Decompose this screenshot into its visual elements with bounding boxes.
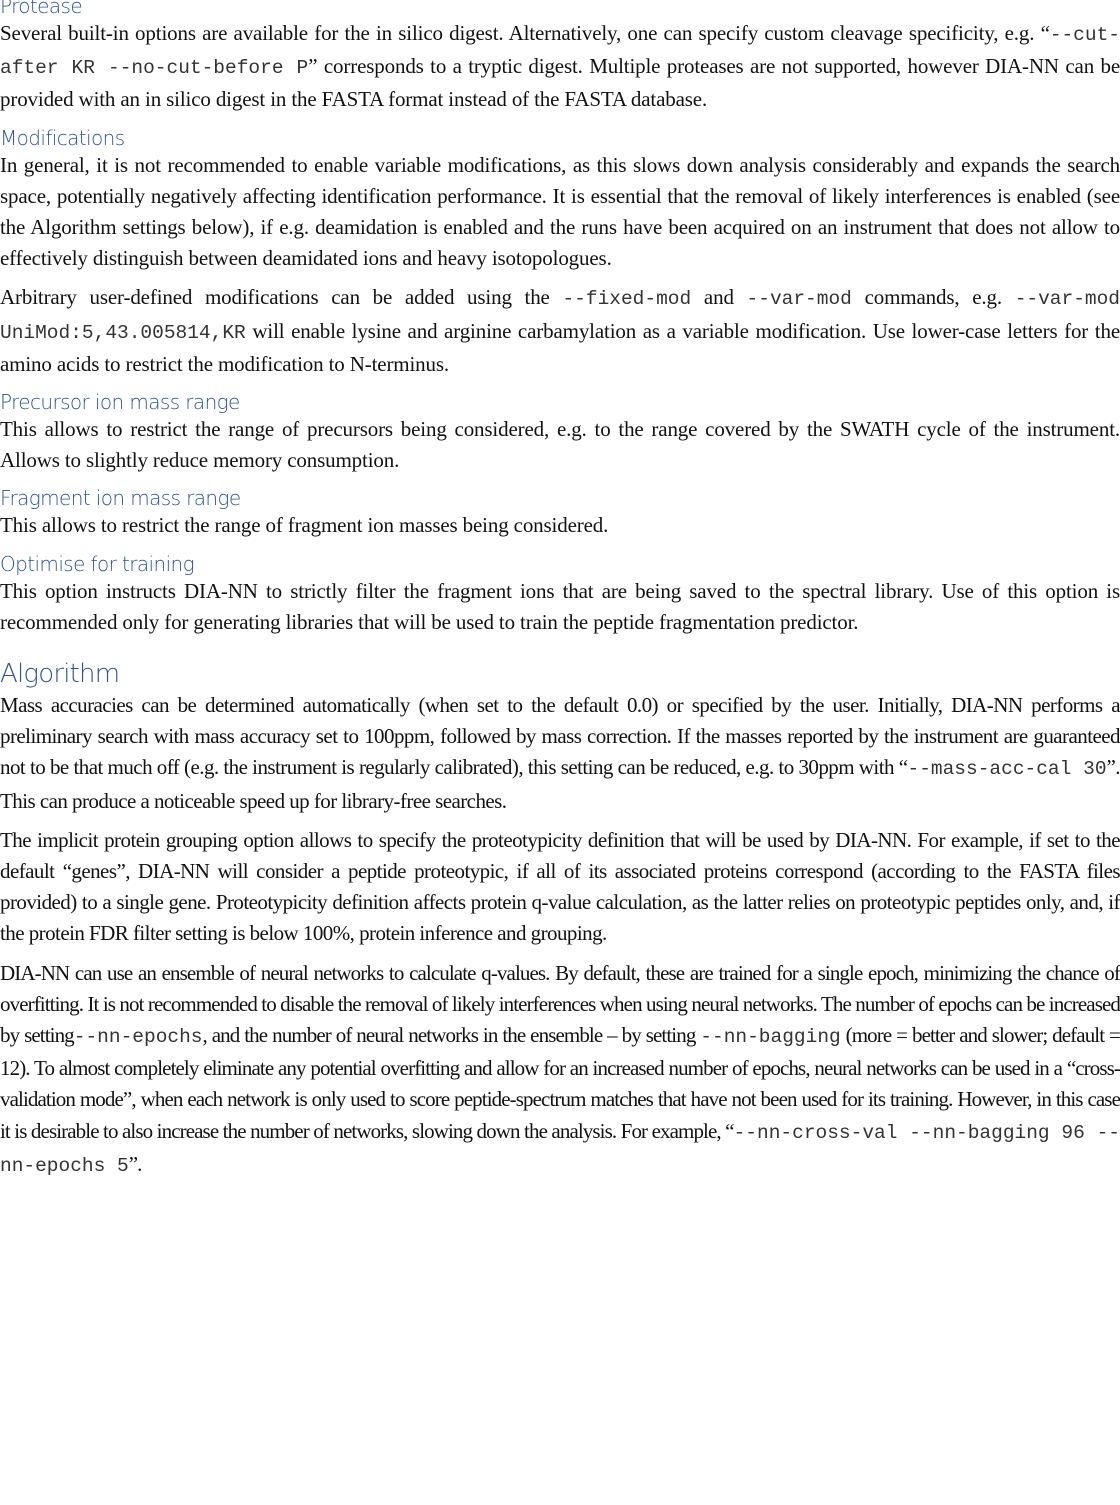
- section-algorithm: Algorithm Mass accuracies can be determi…: [0, 658, 1120, 1182]
- fragment-paragraph: This allows to restrict the range of fra…: [0, 513, 609, 538]
- protease-paragraph: Several built-in options are available f…: [0, 18, 1120, 116]
- code-fixed-mod: --fixed-mod: [562, 288, 692, 311]
- modifications-paragraph-2: Arbitrary user-defined modifications can…: [0, 282, 1120, 380]
- section-modifications: Modifications In general, it is not reco…: [0, 126, 1120, 380]
- algorithm-paragraph-2: The implicit protein grouping option all…: [0, 827, 1120, 946]
- code-var-mod: --var-mod: [746, 288, 852, 311]
- modifications-paragraph-1: In general, it is not recommended to ena…: [0, 152, 1120, 271]
- code-mass-acc-cal: --mass-acc-cal 30: [907, 758, 1107, 781]
- section-optimise-training: Optimise for training This option instru…: [0, 552, 1120, 638]
- optimise-paragraph: This option instructs DIA-NN to strictly…: [0, 578, 1120, 634]
- code-nn-epochs: --nn-epochs: [73, 1026, 203, 1049]
- heading-fragment-range: Fragment ion mass range: [0, 486, 241, 511]
- heading-modifications: Modifications: [0, 125, 125, 150]
- heading-precursor-range: Precursor ion mass range: [0, 390, 240, 415]
- section-fragment-range: Fragment ion mass range This allows to r…: [0, 486, 1120, 541]
- algorithm-paragraph-1: Mass accuracies can be determined automa…: [0, 690, 1120, 817]
- text-run: ”.: [128, 1151, 143, 1176]
- text-run: Several built-in options are available f…: [0, 21, 1050, 45]
- heading-algorithm: Algorithm: [0, 659, 120, 690]
- text-run: , and the number of neural networks in t…: [202, 1023, 701, 1048]
- heading-optimise-training: Optimise for training: [0, 551, 195, 576]
- precursor-paragraph: This allows to restrict the range of pre…: [0, 417, 1120, 473]
- algorithm-paragraph-3: DIA-NN can use an ensemble of neural net…: [0, 958, 1120, 1182]
- section-precursor-range: Precursor ion mass range This allows to …: [0, 390, 1120, 476]
- text-run: Arbitrary user-defined modifications can…: [0, 285, 563, 310]
- text-run: commands, e.g.: [851, 285, 1015, 310]
- text-run: and: [691, 285, 747, 310]
- heading-protease: Protease: [0, 0, 83, 18]
- section-protease: Protease Several built-in options are av…: [0, 0, 1120, 116]
- document-page: Protease Several built-in options are av…: [0, 0, 1120, 1182]
- code-nn-bagging: --nn-bagging: [700, 1026, 841, 1049]
